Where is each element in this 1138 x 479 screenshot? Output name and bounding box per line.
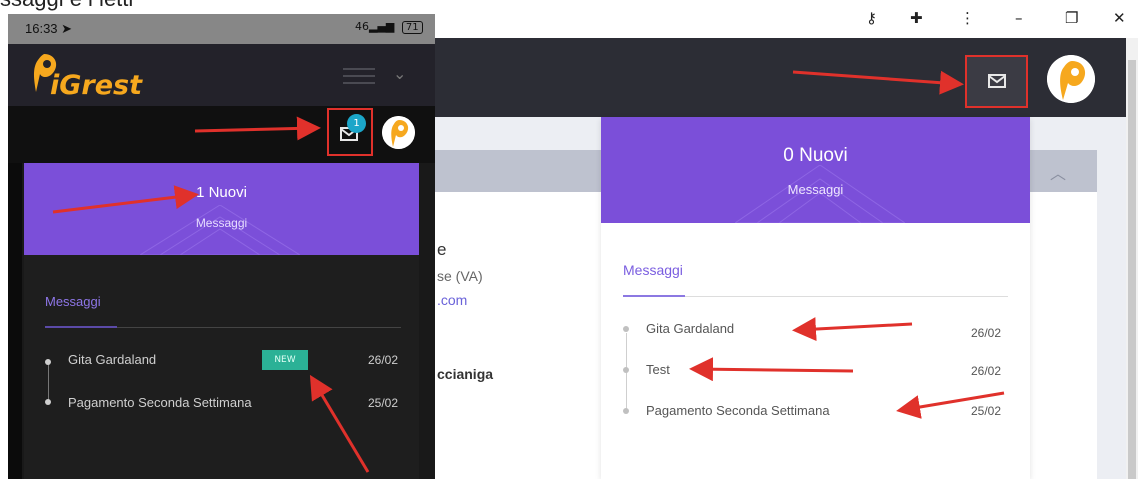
message-item-title[interactable]: Test: [646, 362, 670, 377]
signal-bars-icon: ▂▄▆: [369, 20, 395, 33]
timeline-dot: [45, 359, 51, 365]
new-count-desktop: 0 Nuovi: [783, 145, 848, 166]
tab-messaggi-mobile[interactable]: Messaggi: [45, 294, 101, 309]
close-icon[interactable]: ✕: [1113, 9, 1126, 27]
header-pattern: [140, 205, 300, 255]
message-item-title[interactable]: Gita Gardaland: [68, 352, 156, 367]
message-item-date: 26/02: [368, 353, 399, 367]
app-header-desktop: [435, 38, 1138, 117]
tab-active-indicator: [45, 326, 117, 328]
tab-active-indicator: [623, 295, 685, 297]
more-vert-icon[interactable]: ⋮: [960, 9, 975, 27]
unread-badge: 1: [347, 114, 366, 133]
message-item-date: 26/02: [971, 326, 1002, 340]
caption-fragment: ssaggi e i letti: [0, 0, 133, 12]
mail-icon[interactable]: [988, 74, 1006, 88]
timeline-dot: [45, 399, 51, 405]
avatar-logo-icon: [1047, 55, 1095, 103]
profile-location-fragment: se (VA): [437, 268, 483, 284]
profile-field-fragment: ccianiga: [437, 366, 494, 382]
double-chevron-down-icon[interactable]: ⌄: [393, 64, 406, 83]
status-time: 16:33 ➤: [25, 21, 73, 36]
message-item-title[interactable]: Pagamento Seconda Settimana: [68, 395, 252, 410]
header-subtitle-mobile: Messaggi: [195, 216, 248, 230]
timeline-dot: [623, 367, 629, 373]
message-item-title[interactable]: Gita Gardaland: [646, 321, 734, 336]
timeline-dot: [623, 408, 629, 414]
message-item-date: 26/02: [971, 364, 1002, 378]
key-icon[interactable]: ⚷: [866, 9, 877, 27]
new-count-mobile: 1 Nuovi: [196, 184, 247, 201]
menu-icon[interactable]: [343, 68, 375, 89]
profile-name-fragment: e: [437, 240, 447, 259]
avatar-logo-icon: [382, 116, 415, 149]
user-avatar[interactable]: [1047, 55, 1095, 103]
profile-email-fragment[interactable]: .com: [437, 292, 467, 308]
telegram-icon: ➤: [61, 21, 73, 36]
user-avatar[interactable]: [382, 116, 415, 149]
app-logo: iGrest: [50, 70, 143, 101]
header-subtitle-desktop: Messaggi: [787, 182, 844, 197]
message-item-date: 25/02: [971, 404, 1002, 418]
battery-icon: 71: [401, 21, 423, 34]
phone-side-strip: [8, 163, 22, 479]
new-tag: NEW: [262, 350, 308, 370]
restore-icon[interactable]: ❐: [1065, 9, 1078, 27]
message-item-date: 25/02: [368, 396, 399, 410]
extensions-icon[interactable]: ✚: [910, 9, 923, 27]
browser-tab-bar: [435, 0, 1138, 38]
scrollbar-thumb[interactable]: [1128, 60, 1136, 479]
minimize-icon[interactable]: –: [1015, 9, 1023, 27]
timeline-line: [48, 362, 49, 402]
message-item-title[interactable]: Pagamento Seconda Settimana: [646, 403, 830, 418]
timeline-dot: [623, 326, 629, 332]
tab-messaggi-desktop[interactable]: Messaggi: [623, 262, 683, 278]
signal-icon: 46: [355, 20, 369, 33]
chevron-up-icon[interactable]: ︿: [1050, 160, 1066, 184]
